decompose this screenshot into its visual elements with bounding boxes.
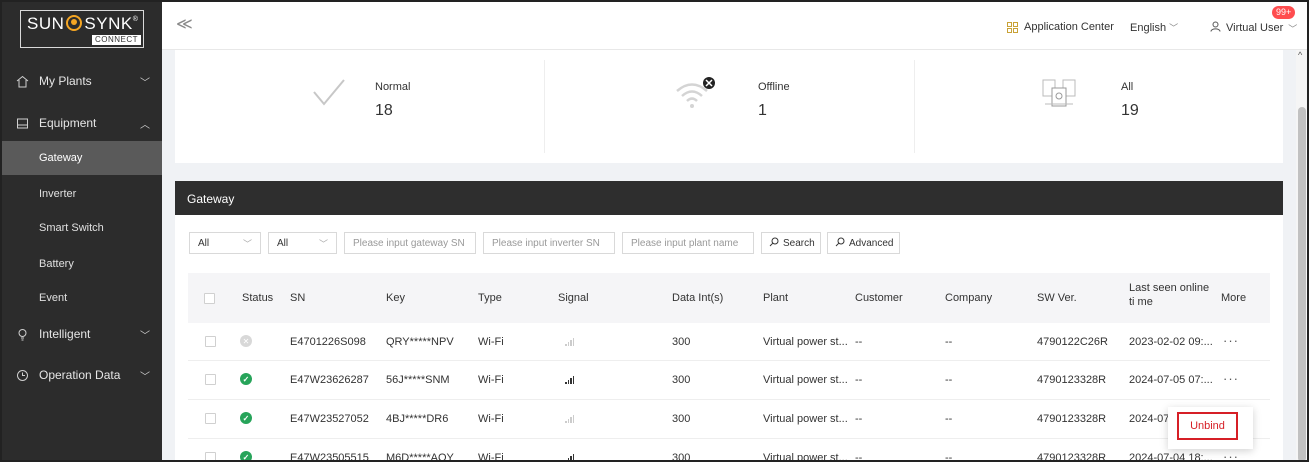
row-checkbox[interactable] [205, 336, 216, 347]
user-menu[interactable]: Virtual User ﹀ [1210, 21, 1297, 35]
col-sn[interactable]: SN [290, 292, 305, 304]
language-select[interactable]: English ﹀ [1130, 21, 1178, 34]
col-key[interactable]: Key [386, 292, 405, 304]
col-sw-ver[interactable]: SW Ver. [1037, 292, 1077, 304]
collapse-sidebar-icon[interactable]: ≪ [176, 14, 193, 34]
status-offline-icon: ✕ [240, 335, 252, 347]
inverter-sn-input[interactable]: Please input inverter SN [483, 232, 615, 254]
more-actions-button[interactable]: ··· [1223, 449, 1239, 460]
chevron-down-icon: ﹀ [318, 238, 328, 249]
advanced-button[interactable]: Advanced [827, 232, 900, 254]
more-actions-button[interactable]: ··· [1223, 333, 1239, 348]
top-bar: ≪ Application Center English ﹀ Virtual U… [162, 2, 1307, 50]
notification-badge[interactable]: 99+ [1272, 6, 1296, 19]
sidebar-item-my-plants[interactable]: My Plants ﹀ [2, 64, 162, 98]
chevron-down-icon: ﹀ [140, 77, 150, 89]
row-checkbox[interactable] [205, 413, 216, 424]
signal-weak-icon [565, 338, 574, 346]
logo-subtitle: CONNECT [91, 35, 141, 45]
signal-strong-icon [565, 376, 574, 384]
scrollbar-thumb[interactable] [1298, 107, 1306, 460]
logo-mark-icon [66, 15, 83, 31]
stat-all: All 19 [914, 50, 1283, 163]
panel-title: Gateway [175, 181, 1283, 215]
signal-strong-icon [565, 454, 574, 460]
more-actions-button[interactable]: ··· [1223, 371, 1239, 386]
check-icon [308, 72, 368, 122]
plant-name-input[interactable]: Please input plant name [622, 232, 754, 254]
chevron-down-icon: ﹀ [140, 330, 150, 342]
status-ok-icon: ✓ [240, 412, 252, 424]
clock-icon [15, 368, 29, 382]
row-checkbox[interactable] [205, 452, 216, 460]
chevron-down-icon: ﹀ [1169, 23, 1179, 33]
stat-normal: Normal 18 [175, 50, 544, 163]
application-center-link[interactable]: Application Center [1007, 21, 1114, 33]
logo[interactable]: SUN SYNK® CONNECT [20, 10, 144, 48]
col-status[interactable]: Status [242, 292, 273, 304]
chevron-up-icon: ︿ [140, 119, 150, 131]
apps-grid-icon [1007, 21, 1018, 33]
wifi-offline-icon [674, 74, 734, 124]
bulb-icon [15, 327, 29, 341]
col-company[interactable]: Company [945, 292, 992, 304]
col-last-seen[interactable]: Last seen online ti me [1129, 281, 1214, 309]
sidebar-item-equipment[interactable]: Equipment ︿ [2, 106, 162, 140]
unbind-button[interactable]: Unbind [1177, 412, 1238, 440]
square-icon [15, 116, 29, 130]
row-checkbox[interactable] [205, 374, 216, 385]
sidebar-item-gateway[interactable]: Gateway [2, 141, 162, 175]
gateway-devices-icon [1037, 74, 1097, 124]
sidebar-item-battery[interactable]: Battery [2, 247, 162, 281]
stat-offline: Offline 1 [544, 50, 913, 163]
sidebar: SUN SYNK® CONNECT My Plants ﹀ Equipment ︿… [2, 2, 162, 460]
sidebar-item-operation-data[interactable]: Operation Data ﹀ [2, 358, 162, 392]
col-customer[interactable]: Customer [855, 292, 903, 304]
sidebar-item-smart-switch[interactable]: Smart Switch [2, 211, 162, 245]
sidebar-item-inverter[interactable]: Inverter [2, 177, 162, 211]
search-button[interactable]: Search [761, 232, 821, 254]
home-icon [15, 74, 29, 88]
status-ok-icon: ✓ [240, 373, 252, 385]
select-all-checkbox[interactable] [204, 293, 215, 304]
filter-select-1[interactable]: All ﹀ [189, 232, 261, 254]
chevron-down-icon: ﹀ [140, 371, 150, 383]
status-ok-icon: ✓ [240, 451, 252, 460]
app-window: SUN SYNK® CONNECT My Plants ﹀ Equipment ︿… [0, 0, 1309, 462]
signal-weak-icon [565, 415, 574, 423]
table-header [188, 273, 1270, 323]
scroll-up-icon[interactable]: ^ [1298, 50, 1302, 60]
col-signal[interactable]: Signal [558, 292, 589, 304]
col-type[interactable]: Type [478, 292, 502, 304]
user-icon [1210, 21, 1221, 35]
chevron-down-icon: ﹀ [1288, 23, 1298, 34]
status-summary: Normal 18 Offline 1 All 19 [175, 50, 1283, 163]
gateway-sn-input[interactable]: Please input gateway SN [344, 232, 476, 254]
search-icon [769, 237, 779, 250]
col-plant[interactable]: Plant [763, 292, 788, 304]
filter-select-2[interactable]: All ﹀ [268, 232, 337, 254]
sidebar-item-intelligent[interactable]: Intelligent ﹀ [2, 317, 162, 351]
col-data-int[interactable]: Data Int(s) [672, 292, 723, 304]
search-icon [835, 237, 845, 250]
col-more: More [1221, 292, 1247, 304]
chevron-down-icon: ﹀ [242, 238, 252, 249]
sidebar-item-event[interactable]: Event [2, 281, 162, 315]
